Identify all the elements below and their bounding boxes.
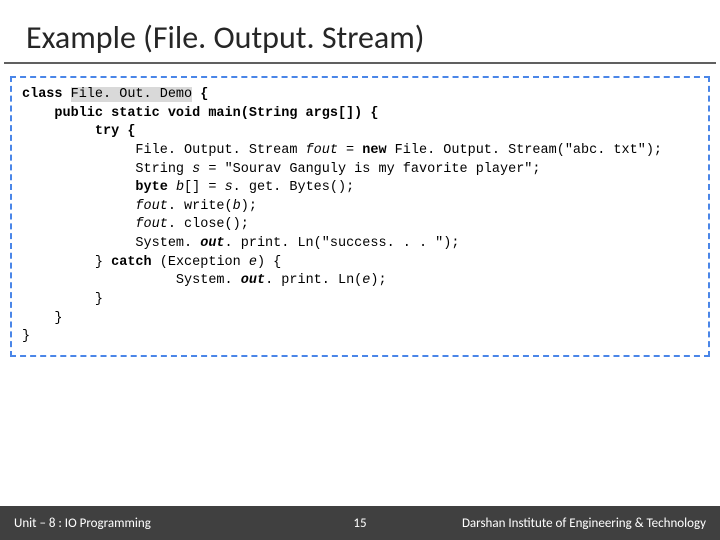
code-text: "abc. txt" <box>565 143 646 158</box>
code-text: fout <box>306 143 338 158</box>
code-text: String <box>22 162 192 177</box>
footer-institute: Darshan Institute of Engineering & Techn… <box>462 516 720 531</box>
code-text: b <box>176 180 184 195</box>
code-text: ; <box>532 162 540 177</box>
code-text: out <box>241 273 265 288</box>
code-text: b <box>233 199 241 214</box>
code-text: class <box>22 87 71 102</box>
code-text: } <box>22 292 103 307</box>
code-text: File. Output. Stream( <box>387 143 565 158</box>
code-text: . print. Ln( <box>265 273 362 288</box>
code-text: [] = <box>184 180 225 195</box>
code-text: . close(); <box>168 217 249 232</box>
code-text: s <box>225 180 233 195</box>
code-text: } <box>22 329 30 344</box>
code-text: System. <box>22 273 241 288</box>
code-text: } <box>22 311 63 326</box>
code-text <box>22 199 135 214</box>
code-text: ); <box>370 273 386 288</box>
code-text: e <box>249 255 257 270</box>
footer-unit: Unit – 8 : IO Programming <box>0 516 151 531</box>
code-text <box>22 217 135 232</box>
code-text: ); <box>443 236 459 251</box>
code-text: File. Output. Stream <box>22 143 306 158</box>
code-text: . write( <box>168 199 233 214</box>
code-text: out <box>200 236 224 251</box>
code-text: ) { <box>257 255 281 270</box>
slide-title: Example (File. Output. Stream) <box>0 0 720 63</box>
footer-page-number: 15 <box>353 516 366 531</box>
code-text: byte <box>22 180 176 195</box>
code-text: (Exception <box>152 255 249 270</box>
code-text: try { <box>22 124 135 139</box>
code-text: ); <box>241 199 257 214</box>
code-text: . print. Ln( <box>225 236 322 251</box>
code-text: public static void main(String args[]) { <box>22 106 378 121</box>
code-text: fout <box>135 217 167 232</box>
code-text: = <box>338 143 362 158</box>
code-text: "success. . . " <box>322 236 444 251</box>
code-text: new <box>362 143 386 158</box>
code-text: catch <box>111 255 152 270</box>
code-text: . get. Bytes(); <box>233 180 355 195</box>
code-text: = <box>200 162 224 177</box>
code-text: System. <box>22 236 200 251</box>
code-box: class File. Out. Demo { public static vo… <box>10 76 710 357</box>
title-underline <box>4 62 716 64</box>
code-text: { <box>192 87 208 102</box>
code-text: } <box>22 255 111 270</box>
code-text: fout <box>135 199 167 214</box>
code-text: File. Out. Demo <box>71 87 193 102</box>
code-text: ); <box>646 143 662 158</box>
code-text: "Sourav Ganguly is my favorite player" <box>225 162 533 177</box>
code-block: class File. Out. Demo { public static vo… <box>22 86 698 347</box>
footer-bar: Unit – 8 : IO Programming 15 Darshan Ins… <box>0 506 720 540</box>
